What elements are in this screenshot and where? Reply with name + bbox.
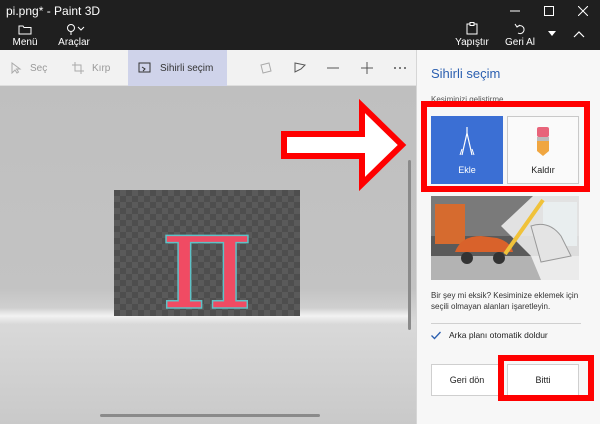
crop-label: Kırp: [92, 62, 111, 74]
pi-glyph: π: [160, 190, 254, 316]
panel-title: Sihirli seçim: [431, 66, 501, 81]
checkmark-icon: [431, 331, 441, 339]
tools-icon: [67, 24, 85, 35]
close-button[interactable]: [566, 0, 600, 22]
undo-label: Geri Al: [504, 37, 535, 48]
undo-icon: [514, 23, 525, 35]
flag-tool[interactable]: [285, 50, 315, 86]
undo-button[interactable]: Geri Al: [502, 22, 538, 50]
crop-tool[interactable]: Kırp: [72, 50, 110, 86]
zoom-in-button[interactable]: [352, 50, 382, 86]
title-bar: pi.png* - Paint 3D: [0, 0, 600, 22]
illustration-drawing: [431, 196, 579, 280]
magic-select-tool[interactable]: Sihirli seçim: [128, 50, 228, 86]
autofill-checkbox[interactable]: Arka planı otomatik doldur: [431, 330, 548, 340]
toolbar: Seç Kırp Sihirli seçim: [0, 50, 416, 86]
zoom-out-button[interactable]: [318, 50, 348, 86]
paste-button[interactable]: Yapıştır: [454, 22, 490, 50]
chevron-up-icon: [573, 31, 585, 38]
plus-icon: [361, 62, 373, 74]
close-icon: [578, 6, 588, 16]
maximize-button[interactable]: [532, 0, 566, 22]
select-label: Seç: [30, 62, 48, 74]
sticker-icon: [260, 62, 272, 74]
help-text: Bir şey mi eksik? Kesiminize eklemek içi…: [431, 291, 579, 311]
divider: [431, 323, 581, 324]
tools-button[interactable]: Araçlar: [56, 22, 92, 50]
maximize-icon: [544, 6, 554, 16]
folder-icon: [18, 25, 32, 35]
chevron-down-icon: [548, 31, 556, 36]
annotation-box-mode-buttons: [421, 101, 590, 192]
svg-text:π: π: [161, 190, 253, 316]
more-icon: [394, 67, 406, 69]
autofill-label: Arka planı otomatik doldur: [449, 330, 548, 340]
menu-button[interactable]: Menü: [10, 22, 40, 50]
paste-icon: [466, 22, 478, 35]
pointer-icon: [11, 62, 22, 74]
back-button[interactable]: Geri dön: [431, 364, 503, 396]
help-illustration: [431, 196, 579, 280]
sticker-tool[interactable]: [251, 50, 281, 86]
annotation-box-done-button: [498, 355, 594, 401]
minus-icon: [327, 67, 339, 69]
minimize-icon: [510, 10, 520, 12]
paste-label: Yapıştır: [455, 37, 489, 48]
flag-icon: [294, 62, 307, 73]
magic-select-label: Sihirli seçim: [160, 62, 214, 74]
more-options-button[interactable]: [385, 50, 415, 86]
window-title: pi.png* - Paint 3D: [6, 4, 101, 18]
image-canvas[interactable]: π: [114, 190, 300, 316]
select-tool[interactable]: Seç: [10, 50, 47, 86]
undo-dropdown[interactable]: [545, 22, 559, 50]
menu-label: Menü: [12, 37, 38, 48]
collapse-ribbon-button[interactable]: [566, 22, 592, 50]
tools-label: Araçlar: [58, 37, 90, 48]
crop-icon: [72, 62, 84, 74]
vertical-scrollbar[interactable]: [408, 160, 411, 330]
magic-select-icon: [138, 62, 151, 73]
minimize-button[interactable]: [498, 0, 532, 22]
annotation-arrow: [281, 98, 407, 192]
ribbon: Menü Araçlar Yapıştır Geri Al: [0, 22, 600, 50]
horizontal-scrollbar[interactable]: [100, 414, 320, 417]
